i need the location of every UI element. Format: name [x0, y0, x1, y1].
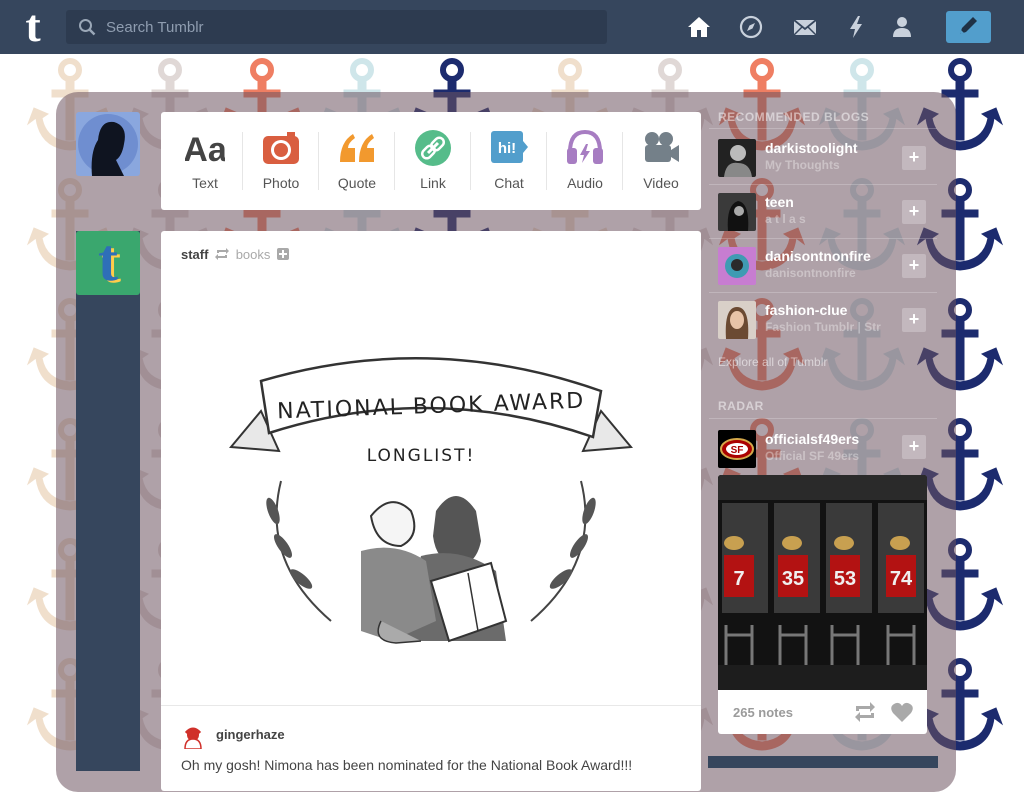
headphones-icon [567, 129, 603, 164]
staff-blog-avatar[interactable]: t [76, 227, 140, 295]
svg-text:Aa: Aa [185, 131, 225, 168]
blog-subtitle: a t l a s [765, 212, 806, 226]
blog-subtitle: My Thoughts [765, 158, 840, 172]
post-body-text: Oh my gosh! Nimona has been nominated fo… [181, 757, 633, 773]
right-column-footer [708, 756, 938, 768]
follow-button[interactable]: + [902, 200, 926, 224]
pencil-icon [960, 17, 977, 34]
inbox-mail-icon[interactable] [792, 14, 818, 40]
post-type-audio[interactable]: Audio [547, 112, 623, 210]
divider [709, 292, 937, 293]
recommended-blog-item[interactable]: danisontnonfire danisontnonfire [718, 247, 928, 285]
reblogged-from-blog[interactable]: books [236, 247, 271, 262]
recommended-blog-item[interactable]: fashion-clue Fashion Tumblr | Str [718, 301, 928, 339]
post-type-chat[interactable]: hi! Chat [471, 112, 547, 210]
video-camera-icon [645, 132, 679, 162]
post-type-video[interactable]: Video [623, 112, 699, 210]
blog-name: fashion-clue [765, 302, 848, 318]
tumblr-logo[interactable]: t [14, 3, 52, 49]
post-type-bar: Aa Text Photo Quote Link hi! Chat Audio … [161, 112, 701, 210]
post-type-link[interactable]: Link [395, 112, 471, 210]
top-navigation-bar: t [0, 0, 1024, 54]
blog-name: officialsf49ers [765, 431, 860, 447]
activity-lightning-icon[interactable] [843, 14, 869, 40]
post-type-label: Photo [262, 175, 300, 191]
recommended-blog-item[interactable]: teen a t l a s [718, 193, 928, 231]
locker-room-photo: 7 35 53 74 [718, 475, 927, 690]
like-heart-icon[interactable] [890, 701, 914, 723]
national-book-award-illustration: NATIONAL BOOK AWARD LONGLIST! [229, 357, 633, 644]
blog-avatar [718, 301, 756, 339]
post-type-label: Chat [494, 175, 524, 191]
reblog-icon [215, 248, 230, 260]
svg-text:SF: SF [731, 445, 744, 456]
svg-text:hi!: hi! [498, 140, 516, 157]
sf49ers-logo-avatar: SF [718, 430, 756, 468]
explore-compass-icon[interactable] [738, 14, 764, 40]
blog-avatar [718, 139, 756, 177]
account-person-icon[interactable] [889, 14, 915, 40]
blog-name: darkistoolight [765, 140, 858, 156]
left-blog-column [76, 231, 140, 771]
post-type-label: Quote [337, 175, 377, 191]
camera-icon [263, 132, 299, 164]
post-header: staff books [181, 247, 290, 262]
commenter-avatar[interactable] [181, 725, 205, 749]
blog-subtitle: danisontnonfire [765, 266, 856, 280]
post-type-photo[interactable]: Photo [243, 112, 319, 210]
post-type-quote[interactable]: Quote [319, 112, 395, 210]
blog-subtitle: Fashion Tumblr | Str [765, 320, 881, 334]
text-aa-icon: Aa [185, 131, 225, 168]
explore-all-link[interactable]: Explore all of Tumblr [718, 355, 827, 369]
post-type-label: Text [192, 175, 218, 191]
notes-count[interactable]: 265 notes [733, 705, 793, 720]
post-author[interactable]: staff [181, 247, 208, 262]
jersey-number: 74 [890, 568, 913, 590]
divider [709, 418, 937, 419]
blog-avatar [718, 193, 756, 231]
tumblr-t-logo: t [98, 227, 118, 293]
radar-post-card[interactable]: 7 35 53 74 265 notes [718, 475, 927, 734]
quote-icon [340, 134, 374, 162]
follow-button[interactable]: + [902, 308, 926, 332]
dashboard-post: staff books NATIONAL BOOK AWARD LONGLIST… [161, 231, 701, 791]
divider [709, 184, 937, 185]
post-type-label: Link [420, 175, 446, 191]
jersey-number: 7 [733, 568, 744, 590]
reblog-icon[interactable] [853, 701, 877, 723]
follow-plus-icon[interactable] [277, 248, 290, 260]
blog-name: teen [765, 194, 794, 210]
divider [709, 128, 937, 129]
blog-subtitle: Official SF 49ers [765, 449, 860, 463]
search-icon [79, 19, 96, 36]
jersey-number: 53 [834, 568, 856, 590]
commenter-name[interactable]: gingerhaze [216, 727, 285, 742]
link-icon [415, 130, 451, 166]
radar-title: RADAR [718, 399, 764, 413]
longlist-text: LONGLIST! [367, 446, 476, 466]
post-type-label: Video [643, 175, 679, 191]
blog-name: danisontnonfire [765, 248, 871, 264]
search-input[interactable] [106, 10, 586, 44]
follow-button[interactable]: + [902, 435, 926, 459]
avatar-silhouette-icon [78, 114, 138, 176]
compose-post-button[interactable] [946, 11, 991, 43]
post-divider [161, 705, 701, 706]
search-bar[interactable] [66, 10, 607, 44]
recommended-blogs-title: RECOMMENDED BLOGS [718, 110, 870, 124]
chat-hi-icon: hi! [491, 131, 528, 163]
post-type-text[interactable]: Aa Text [167, 112, 243, 210]
divider [709, 238, 937, 239]
recommended-blog-item[interactable]: darkistoolight My Thoughts [718, 139, 928, 177]
jersey-number: 35 [782, 568, 804, 590]
follow-button[interactable]: + [902, 146, 926, 170]
user-avatar[interactable] [76, 112, 140, 176]
home-icon[interactable] [686, 14, 712, 40]
blog-avatar [718, 247, 756, 285]
follow-button[interactable]: + [902, 254, 926, 278]
radar-blog-item[interactable]: SF officialsf49ers Official SF 49ers [718, 430, 928, 468]
post-type-label: Audio [567, 175, 603, 191]
